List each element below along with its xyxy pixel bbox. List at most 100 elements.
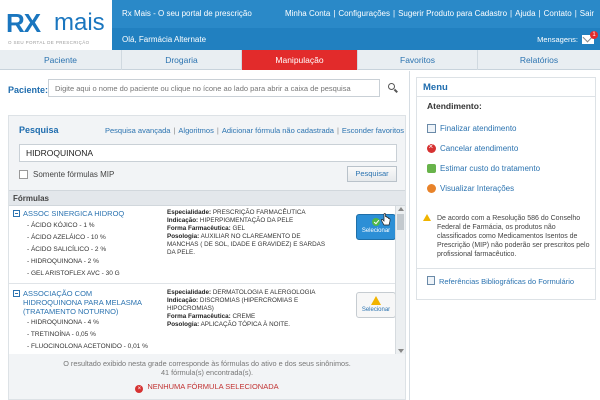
none-selected-status: × NENHUMA FÓRMULA SELECIONADA: [9, 382, 405, 393]
ingredient: - GEL ARISTOFLEX AVC - 30 G: [27, 270, 120, 277]
menu-item-label: Visualizar Interações: [440, 184, 515, 193]
label-forma: Forma Farmacêutica:: [167, 313, 231, 320]
value-especialidade: PRESCRIÇÃO FARMACÊUTICA: [212, 209, 306, 216]
label-especialidade: Especialidade:: [167, 209, 212, 216]
ingredient: - HIDROQUINONA - 4 %: [27, 319, 99, 326]
formula-details: Especialidade: DERMATOLOGIA E ALERGOLOGI…: [167, 289, 327, 329]
collapse-icon[interactable]: [13, 210, 20, 217]
divider: [417, 268, 595, 269]
none-selected-label: NENHUMA FÓRMULA SELECIONADA: [147, 382, 279, 391]
messages-label: Mensagens:: [537, 35, 578, 44]
patient-label: Paciente:: [8, 85, 49, 95]
value-especialidade: DERMATOLOGIA E ALERGOLOGIA: [212, 289, 316, 296]
menu-item-label: Estimar custo do tratamento: [440, 164, 541, 173]
link-configuracoes[interactable]: Configurações: [338, 9, 390, 18]
greeting: Olá, Farmácia Alternate: [122, 35, 207, 44]
money-icon: [427, 164, 436, 173]
tab-relatorios[interactable]: Relatórios: [478, 50, 600, 70]
patient-input[interactable]: [48, 79, 380, 97]
top-links: Minha Conta | Configurações | Sugerir Produt…: [284, 9, 594, 18]
formula-name[interactable]: ASSOCIAÇÃO COM HIDROQUINONA PARA MELASMA…: [23, 289, 153, 316]
link-contato[interactable]: Contato: [544, 9, 572, 18]
warning-circle-icon: [427, 184, 436, 193]
link-sair[interactable]: Sair: [580, 9, 594, 18]
select-button-label: Selecionar: [361, 307, 391, 313]
search-links: Pesquisa avançada | Algoritmos | Adicionar f…: [105, 126, 405, 135]
value-forma: GEL: [232, 225, 246, 232]
menu-section-title: Atendimento:: [427, 101, 482, 111]
mip-notice: De acordo com a Resolução 586 do Conselh…: [437, 215, 590, 258]
mip-label: Somente fórmulas MIP: [33, 170, 115, 179]
select-button-label: Selecionar: [361, 228, 391, 234]
link-algoritmos[interactable]: Algoritmos: [178, 126, 213, 135]
left-panel: Paciente: Pesquisa Pesquisa avançada|Alg…: [0, 71, 410, 400]
ingredient: - TRETINOÍNA - 0,05 %: [27, 331, 96, 338]
hand-cursor-icon: [381, 213, 391, 226]
formulas-header-label: Fórmulas: [13, 194, 50, 203]
link-sugerir-produto[interactable]: Sugerir Produto para Cadastro: [398, 9, 507, 18]
site-title: Rx Mais - O seu portal de prescrição: [122, 9, 252, 18]
search-icon[interactable]: [387, 82, 399, 94]
tab-favoritos[interactable]: Favoritos: [358, 50, 478, 70]
formulas-list: ASSOC SINERGICA HIDROQ - ÁCIDO KÓJICO - …: [9, 206, 395, 354]
ingredient: - FLUOCINOLONA ACETONIDO - 0,01 %: [27, 343, 148, 350]
label-posologia: Posologia:: [167, 233, 200, 240]
top-bar: Rx Mais - O seu portal de prescrição Min…: [112, 0, 600, 28]
value-indicacao: HIPERPIGMENTAÇÃO DA PELE: [199, 217, 294, 224]
formulas-header: Fórmulas: [9, 190, 405, 206]
label-especialidade: Especialidade:: [167, 289, 212, 296]
search-box: Pesquisa Pesquisa avançada | Algoritmos | Ad…: [8, 115, 406, 400]
scroll-thumb[interactable]: [397, 214, 404, 230]
footnote-line-2: 41 fórmula(s) encontrada(s).: [160, 368, 254, 377]
menu-title: Menu: [423, 82, 448, 93]
results-scrollbar[interactable]: [395, 206, 405, 354]
label-forma: Forma Farmacêutica:: [167, 225, 231, 232]
warning-icon: [423, 214, 431, 221]
search-title: Pesquisa: [19, 125, 59, 135]
header: RX mais O SEU PORTAL DE PRESCRIÇÃO Rx Ma…: [0, 0, 600, 50]
search-button[interactable]: Pesquisar: [347, 166, 397, 182]
formula-item: ASSOCIAÇÃO COM HIDROQUINONA PARA MELASMA…: [9, 286, 395, 354]
ingredient: - ÁCIDO SALICÍLICO - 2 %: [27, 246, 107, 253]
menu-item-label: Cancelar atendimento: [440, 144, 519, 153]
scroll-up-icon[interactable]: [398, 207, 404, 211]
refs-label: Referências Bibliográficas do Formulário: [439, 277, 575, 286]
link-ajuda[interactable]: Ajuda: [515, 9, 535, 18]
logo-tagline: O SEU PORTAL DE PRESCRIÇÃO: [8, 40, 90, 45]
logo[interactable]: RX mais O SEU PORTAL DE PRESCRIÇÃO: [0, 0, 112, 50]
formula-details: Especialidade: PRESCRIÇÃO FARMACÊUTICA I…: [167, 209, 327, 257]
tab-manipulacao[interactable]: Manipulação: [242, 50, 358, 70]
mip-checkbox[interactable]: [19, 170, 28, 179]
label-posologia: Posologia:: [167, 321, 200, 328]
link-esconder-favoritos[interactable]: Esconder favoritos: [342, 126, 404, 135]
value-posologia: APLICAÇÃO TÓPICA À NOITE.: [200, 321, 291, 328]
search-query-input[interactable]: [19, 144, 397, 162]
select-button[interactable]: Selecionar: [356, 292, 395, 318]
formula-name[interactable]: ASSOC SINERGICA HIDROQ: [23, 209, 153, 218]
ingredient: - ÁCIDO AZELÁICO - 10 %: [27, 234, 106, 241]
ingredient: - ÁCIDO KÓJICO - 1 %: [27, 222, 95, 229]
messages-badge: 1: [590, 31, 598, 39]
warning-icon: [371, 296, 381, 305]
results-footnote: O resultado exibido nesta grade correspo…: [9, 359, 405, 377]
link-adicionar-formula[interactable]: Adicionar fórmula não cadastrada: [222, 126, 334, 135]
label-indicacao: Indicação:: [167, 297, 199, 304]
link-pesquisa-avancada[interactable]: Pesquisa avançada: [105, 126, 170, 135]
sub-bar: Olá, Farmácia Alternate Mensagens: 1: [112, 28, 600, 50]
tab-paciente[interactable]: Paciente: [0, 50, 122, 70]
main-tabs: Paciente Drogaria Manipulação Favoritos …: [0, 50, 600, 70]
tab-drogaria[interactable]: Drogaria: [122, 50, 242, 70]
document-icon: [427, 124, 436, 133]
collapse-icon[interactable]: [13, 290, 20, 297]
formula-item: ASSOC SINERGICA HIDROQ - ÁCIDO KÓJICO - …: [9, 206, 395, 284]
logo-rx: RX: [6, 8, 41, 38]
scroll-down-icon[interactable]: [398, 349, 404, 353]
error-icon: ×: [135, 385, 144, 393]
book-icon: [427, 276, 435, 285]
label-indicacao: Indicação:: [167, 217, 199, 224]
value-forma: CREME: [232, 313, 256, 320]
check-icon: [372, 218, 380, 226]
app-root: RX mais O SEU PORTAL DE PRESCRIÇÃO Rx Ma…: [0, 0, 600, 400]
menu-panel: Menu Atendimento: Finalizar atendimento …: [416, 77, 596, 300]
link-minha-conta[interactable]: Minha Conta: [285, 9, 330, 18]
